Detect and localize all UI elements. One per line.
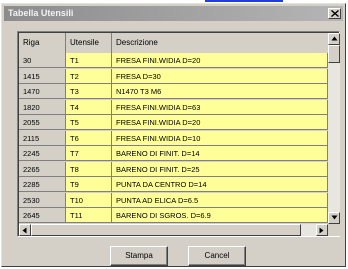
- horizontal-scrollbar[interactable]: [19, 224, 328, 236]
- cell-utensile[interactable]: T4: [66, 99, 112, 115]
- scroll-right-button[interactable]: [316, 224, 328, 236]
- cell-riga[interactable]: 2245: [19, 146, 66, 161]
- cell-utensile[interactable]: T10: [66, 192, 112, 208]
- cancel-button[interactable]: Cancel: [188, 246, 246, 266]
- table-row[interactable]: 2115 T6 FRESA FINI.WIDIA D=10: [19, 130, 328, 146]
- table-row[interactable]: 2055 T5 FRESA FINI.WIDIA D=20: [19, 115, 328, 130]
- scrollbar-corner: [328, 224, 340, 236]
- cell-descrizione[interactable]: BARENO DI SGROS. D=6.9: [112, 208, 328, 223]
- cell-utensile[interactable]: T1: [66, 53, 112, 68]
- cell-utensile[interactable]: T2: [66, 68, 112, 84]
- cell-utensile[interactable]: T5: [66, 115, 112, 130]
- scroll-left-button[interactable]: [19, 224, 31, 236]
- header-riga[interactable]: Riga: [19, 33, 66, 53]
- arrow-right-icon: [319, 227, 324, 234]
- cell-descrizione[interactable]: BARENO DI FINIT. D=25: [112, 161, 328, 177]
- close-icon: [331, 10, 339, 17]
- cell-riga[interactable]: 2530: [19, 192, 66, 208]
- cell-utensile[interactable]: T7: [66, 146, 112, 161]
- cell-riga[interactable]: 2645: [19, 208, 66, 223]
- table-row[interactable]: 2530 T10 PUNTA AD ELICA D=6.5: [19, 192, 328, 208]
- table-row[interactable]: 30 T1 FRESA FINI.WIDIA D=20: [19, 53, 328, 68]
- cell-riga[interactable]: 2055: [19, 115, 66, 130]
- print-button[interactable]: Stampa: [110, 246, 168, 266]
- arrow-left-icon: [22, 227, 27, 234]
- cell-riga[interactable]: 30: [19, 53, 66, 68]
- table-row[interactable]: 1820 T4 FRESA FINI.WIDIA D=63: [19, 99, 328, 115]
- table-row[interactable]: 1415 T2 FRESA D=30: [19, 68, 328, 84]
- cell-descrizione[interactable]: FRESA FINI.WIDIA D=20: [112, 53, 328, 68]
- cell-riga[interactable]: 2285: [19, 177, 66, 192]
- cell-riga[interactable]: 1415: [19, 68, 66, 84]
- cell-descrizione[interactable]: N1470 T3 M6: [112, 84, 328, 99]
- table-header: Riga Utensile Descrizione: [19, 33, 328, 53]
- cell-riga[interactable]: 2265: [19, 161, 66, 177]
- cell-descrizione[interactable]: FRESA FINI.WIDIA D=63: [112, 99, 328, 115]
- cell-utensile[interactable]: T11: [66, 208, 112, 223]
- horizontal-scroll-thumb[interactable]: [31, 224, 301, 236]
- cell-descrizione[interactable]: FRESA FINI.WIDIA D=10: [112, 130, 328, 146]
- cell-descrizione[interactable]: BARENO DI FINIT. D=14: [112, 146, 328, 161]
- table-body: 30 T1 FRESA FINI.WIDIA D=20 1415 T2 FRES…: [19, 53, 328, 224]
- table-row[interactable]: 2265 T8 BARENO DI FINIT. D=25: [19, 161, 328, 177]
- cell-riga[interactable]: 1470: [19, 84, 66, 99]
- cell-utensile[interactable]: T6: [66, 130, 112, 146]
- window-title: Tabella Utensili: [8, 8, 74, 18]
- cell-descrizione[interactable]: FRESA D=30: [112, 68, 328, 84]
- arrow-down-icon: [331, 215, 338, 220]
- arrow-up-icon: [331, 36, 338, 41]
- cell-riga[interactable]: 2115: [19, 130, 66, 146]
- vertical-scroll-thumb[interactable]: [328, 45, 340, 63]
- cell-descrizione[interactable]: PUNTA AD ELICA D=6.5: [112, 192, 328, 208]
- cell-utensile[interactable]: T3: [66, 84, 112, 99]
- table-row[interactable]: 2285 T9 PUNTA DA CENTRO D=14: [19, 177, 328, 192]
- title-bar[interactable]: Tabella Utensili: [4, 6, 343, 21]
- table-row[interactable]: 2245 T7 BARENO DI FINIT. D=14: [19, 146, 328, 161]
- table-row[interactable]: 1470 T3 N1470 T3 M6: [19, 84, 328, 99]
- scroll-up-button[interactable]: [328, 33, 340, 45]
- header-utensile[interactable]: Utensile: [66, 33, 112, 53]
- cell-utensile[interactable]: T9: [66, 177, 112, 192]
- close-button[interactable]: [328, 8, 341, 19]
- cell-descrizione[interactable]: PUNTA DA CENTRO D=14: [112, 177, 328, 192]
- table-row[interactable]: 2645 T11 BARENO DI SGROS. D=6.9: [19, 208, 328, 223]
- header-descrizione[interactable]: Descrizione: [112, 33, 328, 53]
- top-edge: [0, 0, 348, 2]
- blue-link-fragment: [205, 0, 283, 2]
- cell-riga[interactable]: 1820: [19, 99, 66, 115]
- cell-utensile[interactable]: T8: [66, 161, 112, 177]
- scroll-down-button[interactable]: [328, 212, 340, 224]
- cell-descrizione[interactable]: FRESA FINI.WIDIA D=20: [112, 115, 328, 130]
- tool-table: Riga Utensile Descrizione 30 T1 FRESA FI…: [17, 31, 340, 237]
- dialog-window: Tabella Utensili Riga Utensile Descrizio…: [1, 3, 346, 267]
- vertical-scrollbar[interactable]: [328, 33, 340, 224]
